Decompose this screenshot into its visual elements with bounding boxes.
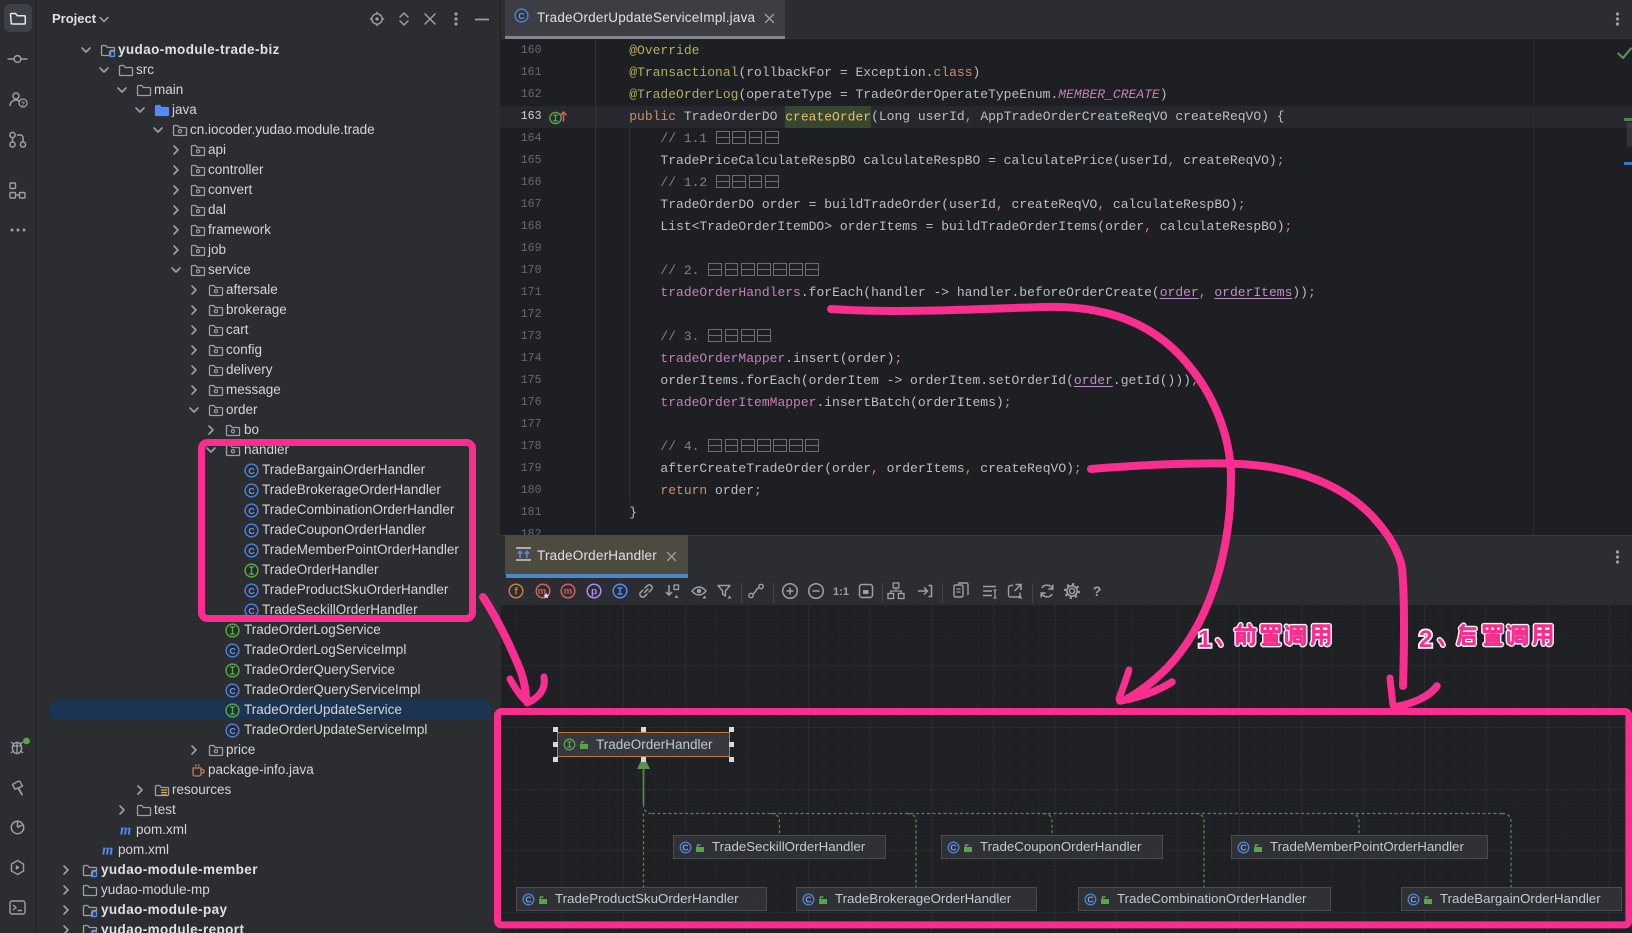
svg-text:C: C (1410, 894, 1416, 904)
svg-text:C: C (248, 605, 255, 615)
svg-text:C: C (248, 585, 255, 595)
svg-text:C: C (229, 645, 236, 655)
svg-text:C: C (248, 525, 255, 535)
svg-text:C: C (248, 485, 255, 495)
svg-text:C: C (1087, 894, 1093, 904)
svg-text:?: ? (21, 101, 25, 108)
svg-text:C: C (229, 725, 236, 735)
svg-text:C: C (805, 894, 811, 904)
svg-text:C: C (1240, 842, 1246, 852)
svg-text:C: C (950, 842, 956, 852)
svg-text:?: ? (1093, 583, 1102, 599)
svg-text:C: C (248, 505, 255, 515)
svg-text:m: m (120, 823, 131, 839)
svg-text:f: f (514, 587, 518, 598)
svg-text:p: p (591, 587, 597, 598)
svg-text:C: C (248, 465, 255, 475)
svg-text:m: m (564, 586, 572, 597)
svg-text:1:1: 1:1 (833, 586, 849, 598)
svg-text:C: C (682, 842, 688, 852)
svg-text:C: C (518, 11, 525, 21)
svg-text:C: C (229, 685, 236, 695)
svg-text:C: C (248, 545, 255, 555)
svg-text:C: C (525, 894, 531, 904)
svg-text:m: m (102, 843, 113, 859)
